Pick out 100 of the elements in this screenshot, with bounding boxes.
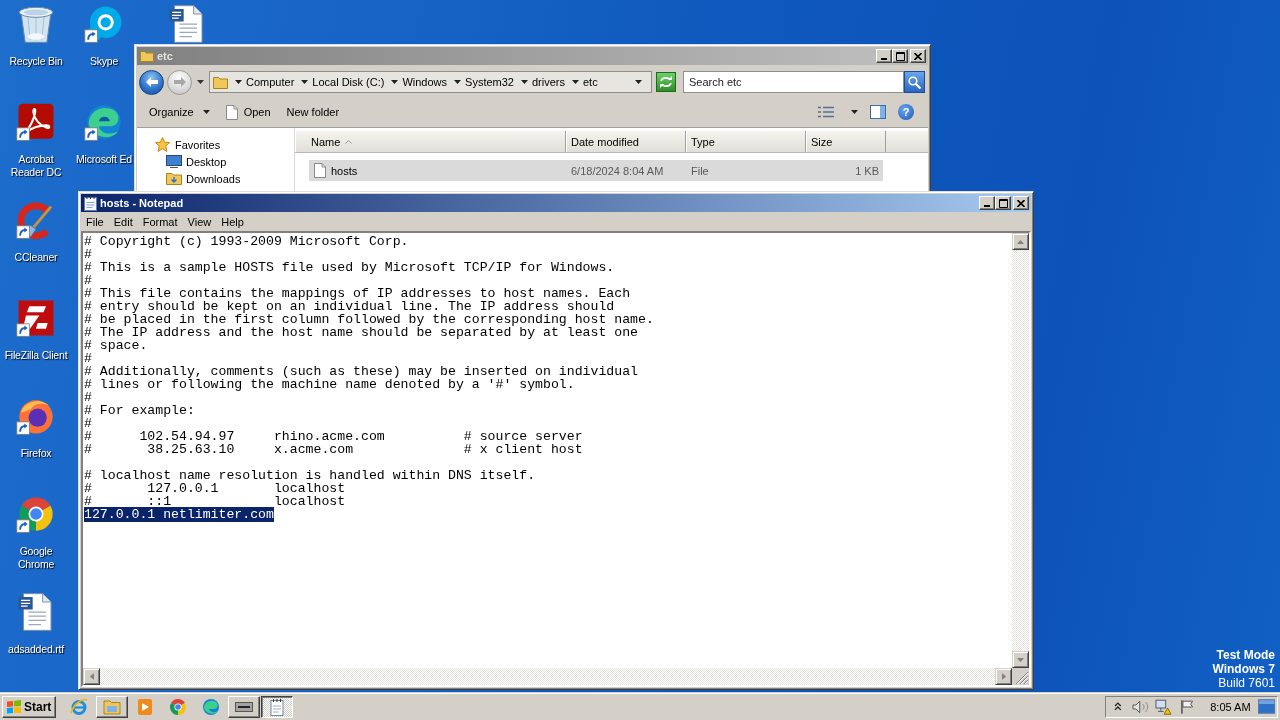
menu-item[interactable]: Edit (108, 215, 138, 228)
column-header[interactable]: Type (686, 131, 806, 152)
table-cell: 1 KB (855, 164, 879, 177)
folder-icon (166, 172, 182, 185)
flag-icon[interactable] (1179, 699, 1196, 714)
caret-icon[interactable] (454, 80, 462, 84)
text-line: # (84, 390, 92, 405)
refresh-icon (659, 76, 673, 88)
folder-icon (213, 75, 228, 89)
speaker-icon[interactable] (1131, 699, 1150, 714)
recycle-bin-icon[interactable] (16, 4, 56, 44)
column-header[interactable]: Size (806, 131, 886, 152)
text-line: # Additionally, comments (such as these) may be inserted on individual (84, 364, 638, 379)
text-line: # 127.0.0.1 localhost (84, 481, 346, 496)
icon-label[interactable]: Firefox (20, 447, 52, 460)
breadcrumb-item[interactable]: etc (583, 76, 598, 88)
ftp-app-icon[interactable] (16, 298, 56, 338)
caret-icon[interactable] (635, 80, 642, 84)
caret-icon[interactable] (851, 110, 858, 114)
breadcrumb-item[interactable]: Local Disk (C:) (312, 76, 385, 88)
icon-label[interactable]: FileZilla Client (4, 349, 68, 362)
text-line: # 102.54.94.97 rhino.acme.com # source server (84, 429, 583, 444)
text-line: # This is a sample HOSTS file used by Microsoft TCP/IP for Windows. (84, 260, 615, 275)
text-line: # Copyright (c) 1993-2009 Microsoft Corp. (84, 234, 409, 249)
browser-icon (202, 697, 220, 716)
desktop-icon (166, 155, 182, 168)
maximize-button[interactable] (892, 49, 908, 63)
toolbar-button[interactable]: Organize (141, 100, 218, 124)
file-icon (225, 104, 238, 120)
menu-item[interactable]: File (81, 215, 109, 228)
text-line: # (84, 247, 92, 262)
breadcrumb-item[interactable]: Computer (246, 76, 295, 88)
icon-label[interactable]: Acrobat Reader DC (1, 153, 71, 179)
nav-item[interactable]: Desktop (137, 153, 294, 170)
text-line: # be placed in the first column followed by the corresponding host name. (84, 312, 654, 327)
caret-icon[interactable] (520, 80, 528, 84)
browser-icon[interactable] (84, 102, 124, 142)
text-line: # space. (84, 338, 148, 353)
network-warning-icon[interactable] (1155, 698, 1172, 715)
play-icon (136, 697, 154, 716)
browser-icon[interactable] (16, 494, 56, 534)
nav-item[interactable]: Favorites (137, 136, 294, 153)
maximize-button[interactable] (995, 196, 1011, 210)
file-row[interactable]: hosts 6/18/2024 8:04 AM File 1 KB (309, 160, 883, 181)
chevron-up-icon[interactable] (1114, 702, 1122, 711)
icon-label[interactable]: Recycle Bin (9, 55, 63, 68)
icon-label[interactable]: Skype (89, 55, 119, 68)
breadcrumb-item[interactable]: drivers (531, 76, 565, 88)
caret-icon (202, 110, 210, 114)
show-desktop-icon[interactable] (1257, 699, 1275, 714)
icon-label[interactable]: Microsoft Ed (76, 153, 132, 166)
minimize-button[interactable] (979, 196, 995, 210)
notepad-icon (84, 195, 97, 211)
preview-pane-icon[interactable] (870, 105, 886, 119)
taskbar-button[interactable] (261, 695, 293, 718)
caret-icon[interactable] (572, 80, 579, 84)
back-button[interactable] (139, 69, 164, 95)
menu-item[interactable]: View (182, 215, 217, 228)
window-title: hosts - Notepad (100, 197, 184, 209)
search-icon (908, 75, 921, 89)
arrow-right-icon (173, 77, 186, 87)
refresh-button[interactable] (656, 72, 676, 92)
icon-label[interactable]: Google Chrome (1, 545, 71, 571)
breadcrumb-item[interactable]: Windows (402, 76, 448, 88)
column-header[interactable]: Name (295, 131, 566, 152)
caret-icon[interactable] (235, 80, 242, 84)
menu-item[interactable]: Help (216, 215, 249, 228)
notice-text: Test Mode (1216, 648, 1275, 662)
close-button[interactable] (910, 49, 926, 63)
search-button[interactable] (904, 71, 925, 93)
text-line: # (84, 351, 92, 366)
minimize-icon (984, 205, 990, 207)
text-line: # The IP address and the host name should be separated by at least one (84, 325, 638, 340)
folder-icon (103, 697, 121, 716)
breadcrumb-item[interactable]: System32 (465, 76, 514, 88)
clock[interactable]: 8:05 AM (1210, 700, 1251, 713)
pdf-app-icon[interactable] (16, 102, 56, 142)
list-view-icon[interactable] (818, 106, 834, 118)
toolbar-button[interactable]: New folder (278, 100, 348, 124)
browser-icon (169, 697, 187, 716)
address-bar[interactable]: Computer Local Disk (C:) Windows System32 drivers etc (209, 71, 652, 93)
arrow-right-icon (1001, 673, 1006, 680)
nav-item[interactable]: Downloads (137, 170, 294, 187)
icon-label[interactable]: CCleaner (14, 251, 58, 264)
search-field[interactable]: Search etc (683, 71, 904, 93)
text-line: # localhost name resolution is handled within DNS itself. (84, 468, 536, 483)
caret-icon[interactable] (197, 80, 204, 84)
icon-label[interactable]: adsadded.rtf (8, 643, 64, 656)
arrow-up-icon (1017, 239, 1024, 244)
notepad-icon (268, 697, 286, 716)
start-button[interactable]: Start (2, 695, 56, 718)
chat-app-icon[interactable] (84, 4, 124, 44)
menu-item[interactable]: Format (137, 215, 183, 228)
close-button[interactable] (1013, 196, 1029, 210)
arrow-left-icon (89, 673, 94, 680)
toolbar-button[interactable]: Open (217, 100, 279, 124)
caret-icon[interactable] (301, 80, 309, 84)
caret-icon[interactable] (391, 80, 399, 84)
column-header[interactable]: Date modified (566, 131, 686, 152)
minimize-button[interactable] (876, 49, 892, 63)
